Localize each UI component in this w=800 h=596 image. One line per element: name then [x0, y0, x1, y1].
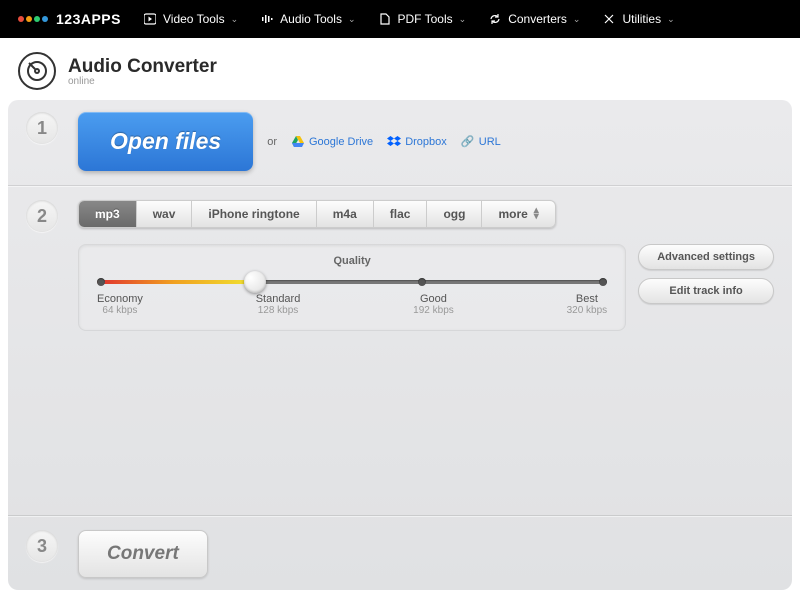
- step-number: 3: [26, 530, 58, 562]
- format-tabs: mp3 wav iPhone ringtone m4a flac ogg mor…: [78, 200, 556, 228]
- open-files-button[interactable]: Open files: [78, 112, 253, 171]
- divider: [8, 515, 792, 516]
- brand-text: 123APPS: [56, 11, 121, 27]
- format-tab-m4a[interactable]: m4a: [317, 201, 374, 227]
- convert-button[interactable]: Convert: [78, 530, 208, 578]
- nav-utilities[interactable]: Utilities⌄: [602, 12, 674, 26]
- top-nav: 123APPS Video Tools⌄ Audio Tools⌄ PDF To…: [0, 0, 800, 38]
- quality-label-best: Best 320 kbps: [567, 293, 608, 316]
- chevron-down-icon: ⌄: [667, 14, 675, 25]
- step-1: 1 Open files or Google Drive Dropbox 🔗 U…: [8, 100, 792, 183]
- disc-icon: [18, 52, 56, 90]
- updown-icon: ▴▾: [534, 208, 539, 220]
- step-number: 1: [26, 112, 58, 144]
- play-icon: [143, 12, 157, 26]
- logo-dots-icon: [18, 16, 48, 22]
- quality-slider[interactable]: [97, 277, 607, 287]
- page-header: Audio Converter online: [0, 38, 800, 100]
- chevron-down-icon: ⌄: [573, 14, 581, 25]
- slider-handle[interactable]: [244, 271, 266, 293]
- source-dropbox[interactable]: Dropbox: [387, 135, 447, 149]
- or-text: or: [267, 136, 277, 148]
- step-2: 2 mp3 wav iPhone ringtone m4a flac ogg m…: [8, 188, 792, 343]
- audio-bars-icon: [260, 12, 274, 26]
- link-icon: 🔗: [461, 135, 475, 149]
- chevron-down-icon: ⌄: [348, 14, 356, 25]
- format-tab-ogg[interactable]: ogg: [427, 201, 482, 227]
- format-tab-wav[interactable]: wav: [137, 201, 193, 227]
- source-google-drive[interactable]: Google Drive: [291, 135, 373, 149]
- quality-label-good: Good 192 kbps: [413, 293, 454, 316]
- edit-track-info-button[interactable]: Edit track info: [638, 278, 774, 304]
- quality-label-economy: Economy 64 kbps: [97, 293, 143, 316]
- main-panel: 1 Open files or Google Drive Dropbox 🔗 U…: [8, 100, 792, 590]
- nav-audio-tools[interactable]: Audio Tools⌄: [260, 12, 355, 26]
- dropbox-icon: [387, 135, 401, 149]
- google-drive-icon: [291, 135, 305, 149]
- chevron-down-icon: ⌄: [231, 14, 239, 25]
- divider: [8, 185, 792, 186]
- format-tab-flac[interactable]: flac: [374, 201, 428, 227]
- quality-title: Quality: [97, 255, 607, 267]
- nav-pdf-tools[interactable]: PDF Tools⌄: [378, 12, 467, 26]
- page-title: Audio Converter: [68, 56, 217, 78]
- brand-logo[interactable]: 123APPS: [18, 11, 121, 27]
- format-tab-iphone[interactable]: iPhone ringtone: [192, 201, 316, 227]
- chevron-down-icon: ⌄: [459, 14, 467, 25]
- advanced-settings-button[interactable]: Advanced settings: [638, 244, 774, 270]
- quality-label-standard: Standard 128 kbps: [256, 293, 301, 316]
- refresh-icon: [488, 12, 502, 26]
- quality-box: Quality Economy 64 kbps: [78, 244, 626, 331]
- step-3: 3 Convert: [8, 518, 792, 590]
- nav-converters[interactable]: Converters⌄: [488, 12, 580, 26]
- document-icon: [378, 12, 392, 26]
- format-tab-mp3[interactable]: mp3: [79, 201, 137, 227]
- nav-video-tools[interactable]: Video Tools⌄: [143, 12, 238, 26]
- tools-icon: [602, 12, 616, 26]
- step-number: 2: [26, 200, 58, 232]
- source-url[interactable]: 🔗 URL: [461, 135, 501, 149]
- format-tab-more[interactable]: more ▴▾: [482, 201, 554, 227]
